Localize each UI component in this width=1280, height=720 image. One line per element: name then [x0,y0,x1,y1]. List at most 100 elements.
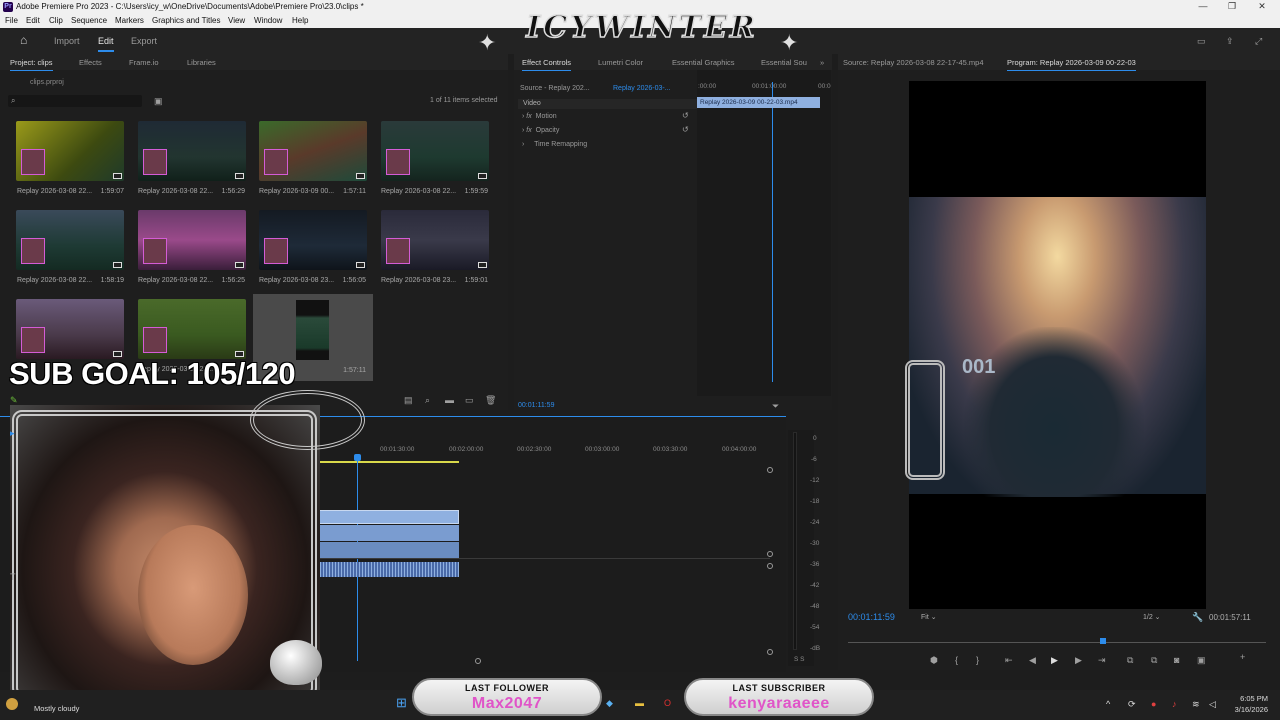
pencil-icon[interactable]: ✎ [10,395,18,405]
effect-timecode[interactable]: 00:01:11:59 [518,402,554,409]
effect-playhead[interactable] [772,82,773,382]
find-icon[interactable]: ⌕ [425,395,430,405]
clip-thumbnail[interactable] [138,299,246,359]
clip-thumbnail[interactable] [16,210,124,270]
clip-thumbnail[interactable] [259,210,367,270]
video-clip-lower[interactable] [318,525,459,541]
add-button-icon[interactable]: + [1240,652,1245,662]
selection-tool-icon[interactable]: ▸ [10,428,15,438]
clock-date[interactable]: 3/16/2026 [1224,705,1268,714]
chevron-up-icon[interactable]: ^ [1106,699,1110,709]
clip-thumbnail[interactable] [138,210,246,270]
tab-lumetri-color[interactable]: Lumetri Color [598,58,643,67]
type-tool-icon[interactable]: T [10,572,16,582]
step-back-icon[interactable]: ◀ [1029,655,1036,665]
clip-thumbnail[interactable] [16,299,124,359]
add-marker-icon[interactable]: ⬢ [930,655,938,665]
video-clip-body[interactable] [318,542,459,558]
minimize-button[interactable]: — [1188,1,1218,11]
menu-view[interactable]: View [228,16,245,25]
audio-clip[interactable] [318,562,459,577]
clip-thumbnail[interactable] [16,121,124,181]
menu-window[interactable]: Window [254,16,282,25]
reset-motion-icon[interactable]: ↺ [682,111,689,121]
effect-row-motion[interactable]: › fx Motion [522,113,557,120]
menu-file[interactable]: File [5,16,18,25]
program-video-frame[interactable]: 001 [909,81,1206,609]
go-to-in-icon[interactable]: ⇤ [1005,655,1013,665]
meter-solo-buttons[interactable]: S S [794,656,804,663]
extract-icon[interactable]: ⧉ [1151,655,1157,665]
trash-icon[interactable]: 🗑 [485,395,496,405]
clip-thumbnail[interactable] [259,121,367,181]
menu-edit[interactable]: Edit [26,16,40,25]
mark-out-icon[interactable]: } [976,655,979,665]
share-icon[interactable]: ⇪ [1226,36,1234,46]
playhead-handle[interactable] [354,454,361,461]
program-playhead[interactable] [1100,638,1106,644]
home-icon[interactable]: ⌂ [20,34,27,46]
tab-import[interactable]: Import [54,36,80,46]
quick-export-icon[interactable]: ▭ [1197,36,1206,46]
more-panels-icon[interactable]: » [820,58,824,67]
effect-clip-bar[interactable]: Replay 2026-03-09 00-22-03.mp4 [697,97,820,108]
zoom-handle-mid[interactable] [767,551,773,557]
mark-in-icon[interactable]: { [955,655,958,665]
wrench-icon[interactable]: 🔧 [1192,612,1203,622]
tab-frame-io[interactable]: Frame.io [129,58,159,67]
program-timecode[interactable]: 00:01:11:59 [848,612,895,622]
fullscreen-icon[interactable]: ⤢ [1255,36,1262,46]
video-clip[interactable] [318,510,459,524]
clip-thumbnail[interactable] [138,121,246,181]
step-forward-icon[interactable]: ▶ [1075,655,1082,665]
export-frame-icon[interactable]: ◙ [1174,655,1179,665]
zoom-handle-audio[interactable] [767,563,773,569]
file-explorer-icon[interactable]: ▬ [635,698,644,708]
work-area-bar[interactable] [318,461,459,463]
effect-source[interactable]: Source - Replay 202... [520,85,590,92]
app-tray-icon[interactable]: ● [1151,699,1156,709]
zoom-handle-bottom[interactable] [767,649,773,655]
microphone-icon[interactable]: ♪ [1172,699,1177,709]
new-item-icon[interactable]: ▭ [465,395,474,405]
go-to-out-icon[interactable]: ⇥ [1098,655,1106,665]
reset-opacity-icon[interactable]: ↺ [682,125,689,135]
effect-sequence[interactable]: Replay 2026-03-... [613,85,671,92]
lift-icon[interactable]: ⧉ [1127,655,1133,665]
program-scrubber[interactable] [848,642,1266,643]
volume-icon[interactable]: ◁ [1209,699,1216,709]
search-input[interactable]: ⌕ [8,95,142,107]
tab-essential-sound[interactable]: Essential Sou [761,58,807,67]
horizontal-scroll-handle[interactable] [475,658,481,664]
automate-sequence-icon[interactable]: ▤ [404,395,413,405]
menu-sequence[interactable]: Sequence [71,16,107,25]
wifi-icon[interactable]: ≋ [1192,699,1200,709]
resolution-select[interactable]: 1/2 ⌄ [1143,613,1161,621]
comparison-view-icon[interactable]: ▣ [1197,655,1206,665]
opera-icon[interactable]: O [664,698,671,708]
tab-essential-graphics[interactable]: Essential Graphics [672,58,735,67]
menu-markers[interactable]: Markers [115,16,144,25]
menu-graphics-and-titles[interactable]: Graphics and Titles [152,16,220,25]
zoom-select[interactable]: Fit ⌄ [921,613,937,621]
clip-thumbnail[interactable] [381,210,489,270]
new-bin-icon[interactable]: ▣ [154,96,163,106]
tab-effect-controls[interactable]: Effect Controls [522,58,572,71]
close-button[interactable]: ✕ [1247,1,1277,12]
effect-row-time-remapping[interactable]: › Time Remapping [522,141,587,148]
clock-time[interactable]: 6:05 PM [1232,694,1268,703]
effect-row-opacity[interactable]: › fx Opacity [522,127,559,134]
restore-button[interactable]: ❐ [1217,1,1247,12]
tab-project-clips[interactable]: Project: clips [10,58,53,71]
new-bin-icon[interactable]: ▬ [445,395,454,405]
menu-help[interactable]: Help [292,16,308,25]
timeline-playhead[interactable] [357,457,358,661]
tab-libraries[interactable]: Libraries [187,58,216,67]
tab-export[interactable]: Export [131,36,157,46]
copilot-icon[interactable]: ◆ [606,698,613,708]
menu-clip[interactable]: Clip [49,16,63,25]
filter-icon[interactable]: ⏷ [772,401,779,411]
tab-program-monitor[interactable]: Program: Replay 2026-03-09 00-22-03 [1007,58,1136,71]
tab-source-monitor[interactable]: Source: Replay 2026-03-08 22-17-45.mp4 [843,58,984,67]
tab-edit[interactable]: Edit [98,36,114,52]
